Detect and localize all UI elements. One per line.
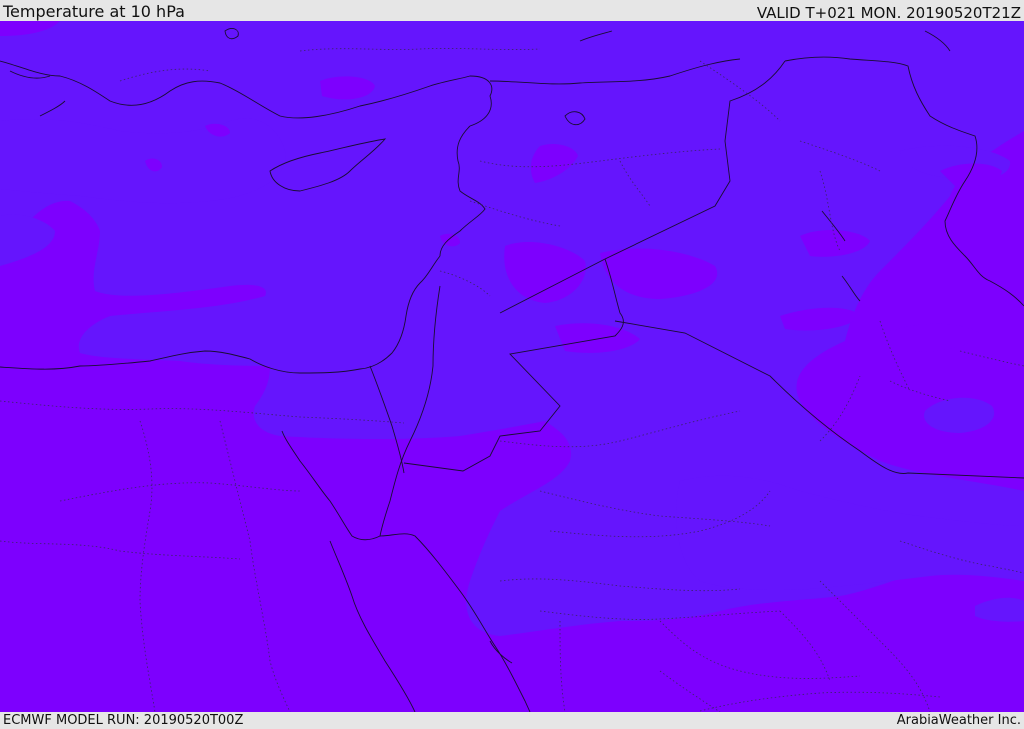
provider-credit: ArabiaWeather Inc. bbox=[896, 713, 1021, 728]
valid-time-label: VALID T+021 MON. 20190520T21Z bbox=[756, 4, 1021, 22]
weather-map[interactable] bbox=[0, 21, 1024, 712]
map-canvas bbox=[0, 21, 1024, 712]
map-title: Temperature at 10 hPa bbox=[3, 2, 185, 21]
header-bar: Temperature at 10 hPa VALID T+021 MON. 2… bbox=[0, 0, 1024, 22]
footer-bar: ECMWF MODEL RUN: 20190520T00Z ArabiaWeat… bbox=[0, 712, 1024, 729]
model-run-label: ECMWF MODEL RUN: 20190520T00Z bbox=[3, 713, 244, 728]
